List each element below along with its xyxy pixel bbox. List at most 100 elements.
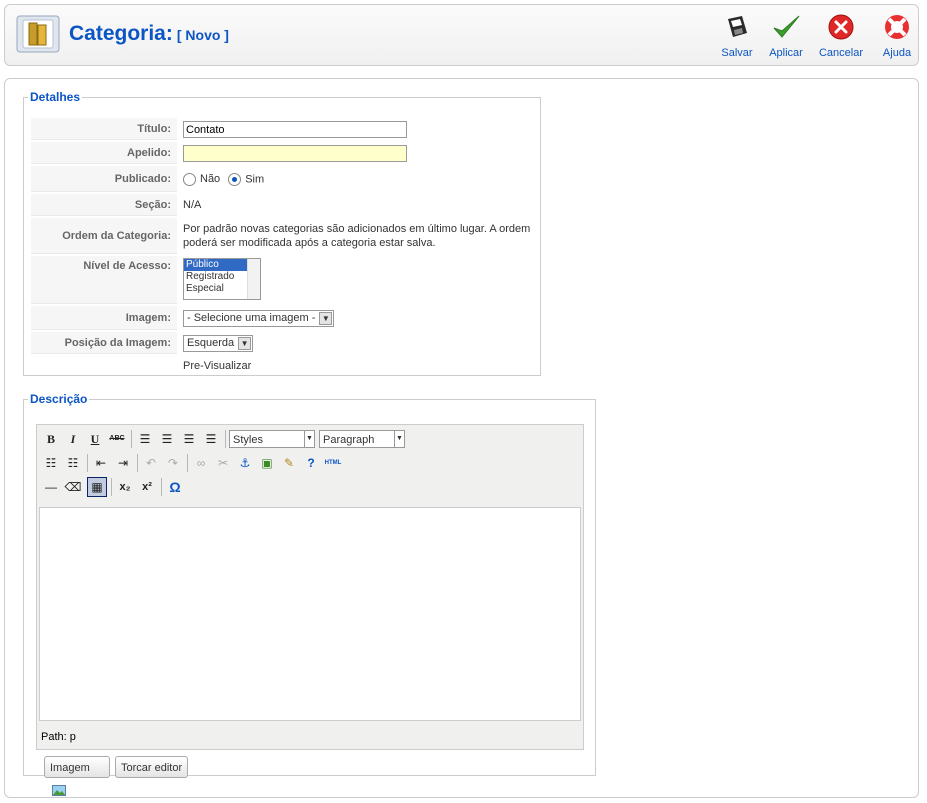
editor-path: Path: p: [41, 731, 76, 743]
align-center-icon[interactable]: ☰: [157, 429, 177, 449]
chevron-down-icon: ▼: [238, 337, 252, 350]
published-yes-radio[interactable]: [228, 173, 242, 186]
title-input[interactable]: [183, 121, 407, 138]
page-title-text: Categoria:: [69, 22, 173, 45]
published-label: Publicado:: [31, 166, 177, 192]
strikethrough-icon[interactable]: ABC: [107, 429, 127, 449]
preview-label: Pre-Visualizar: [183, 360, 252, 372]
access-scrollbar[interactable]: [247, 259, 260, 299]
outdent-icon[interactable]: ⇤: [91, 453, 111, 473]
editor-content-area[interactable]: [39, 507, 581, 721]
editor-toolbar-row-1: B I U ABC ☰ ☰ ☰ ☰ Styles ▼ Paragraph ▼: [39, 429, 579, 451]
access-listbox[interactable]: Público Registrado Especial: [183, 258, 261, 300]
toggle-editor-button[interactable]: Torcar editor: [115, 756, 189, 778]
rich-text-editor: B I U ABC ☰ ☰ ☰ ☰ Styles ▼ Paragraph ▼ ☷: [36, 424, 584, 750]
header-toolbar: Categoria:[ Novo ] Salvar Aplicar Cancel…: [4, 4, 919, 66]
styles-dropdown-value: Styles: [233, 434, 263, 446]
save-icon: [728, 16, 747, 37]
title-label: Título:: [31, 118, 177, 140]
section-value: N/A: [183, 199, 202, 211]
insert-image-button[interactable]: Imagem: [44, 756, 110, 796]
alias-input[interactable]: [183, 145, 407, 162]
special-char-icon[interactable]: Ω: [165, 477, 185, 497]
order-label: Ordem da Categoria:: [31, 218, 177, 254]
section-row: Seção: N/A: [31, 194, 536, 216]
cancel-label: Cancelar: [818, 47, 864, 59]
underline-icon[interactable]: U: [85, 429, 105, 449]
help-icon: [885, 15, 909, 39]
align-right-icon[interactable]: ☰: [179, 429, 199, 449]
order-line-2: poderá ser modificada após a categoria e…: [183, 237, 436, 249]
chevron-down-icon: ▼: [394, 431, 404, 447]
access-label: Nível de Acesso:: [31, 256, 177, 304]
published-no-radio[interactable]: [183, 173, 196, 186]
align-left-icon[interactable]: ☰: [135, 429, 155, 449]
chevron-down-icon: ▼: [319, 312, 333, 325]
format-dropdown[interactable]: Paragraph ▼: [319, 430, 405, 448]
cleanup-icon[interactable]: ✎: [279, 453, 299, 473]
image-select[interactable]: - Selecione uma imagem - ▼: [183, 310, 335, 327]
access-row: Nível de Acesso: Público Registrado Espe…: [31, 256, 536, 304]
title-row: Título:: [31, 118, 536, 140]
toggle-editor-label: Torcar editor: [121, 762, 183, 774]
cancel-button[interactable]: Cancelar: [817, 13, 865, 59]
numbered-list-icon[interactable]: ☷: [63, 453, 83, 473]
superscript-icon[interactable]: x²: [137, 477, 157, 497]
chevron-down-icon: ▼: [304, 431, 314, 447]
editor-toolbar-row-3: — ⌫ ▦ x₂ x² Ω: [39, 477, 579, 499]
access-option-special[interactable]: Especial: [184, 283, 248, 295]
apply-label: Aplicar: [769, 47, 803, 59]
undo-icon[interactable]: ↶: [141, 453, 161, 473]
cancel-icon: [828, 14, 854, 40]
bold-icon[interactable]: B: [41, 429, 61, 449]
main-panel: Detalhes Título: Apelido: Publicado: Não…: [4, 78, 919, 798]
alias-row: Apelido:: [31, 142, 536, 164]
page-title: Categoria:[ Novo ]: [69, 22, 229, 46]
image-select-value: - Selecione uma imagem -: [187, 312, 316, 324]
anchor-icon[interactable]: ⚓: [235, 453, 255, 473]
unlink-icon[interactable]: ✂: [213, 453, 233, 473]
indent-icon[interactable]: ⇥: [113, 453, 133, 473]
description-fieldset: Descrição B I U ABC ☰ ☰ ☰ ☰ Styles ▼ Para…: [23, 392, 596, 796]
image-position-row: Posição da Imagem: Esquerda ▼: [31, 332, 536, 354]
image-position-value: Esquerda: [187, 337, 235, 349]
italic-icon[interactable]: I: [63, 429, 83, 449]
published-yes-label: Sim: [245, 173, 265, 186]
access-option-public[interactable]: Público: [184, 259, 248, 271]
link-icon[interactable]: ∞: [191, 453, 211, 473]
save-button[interactable]: Salvar: [717, 13, 757, 59]
image-label: Imagem:: [31, 306, 177, 330]
editor-toolbar-row-2: ☷ ☷ ⇤ ⇥ ↶ ↷ ∞ ✂ ⚓ ▣ ✎ ? HTML: [39, 453, 579, 475]
image-position-select[interactable]: Esquerda ▼: [183, 335, 254, 352]
subscript-icon[interactable]: x₂: [115, 477, 135, 497]
format-dropdown-value: Paragraph: [323, 434, 375, 446]
section-label: Seção:: [31, 194, 177, 216]
image-row: Imagem: - Selecione uma imagem - ▼: [31, 306, 536, 330]
alias-label: Apelido:: [31, 142, 177, 164]
bullet-list-icon[interactable]: ☷: [41, 453, 61, 473]
access-option-registered[interactable]: Registrado: [184, 271, 248, 283]
align-justify-icon[interactable]: ☰: [201, 429, 221, 449]
details-fieldset: Detalhes Título: Apelido: Publicado: Não…: [23, 90, 541, 376]
image-position-label: Posição da Imagem:: [31, 332, 177, 354]
html-source-icon[interactable]: HTML: [323, 453, 343, 473]
published-row: Publicado: Não Sim: [31, 166, 536, 192]
insert-image-label: Imagem: [50, 762, 90, 774]
order-line-1: Por padrão novas categorias são adiciona…: [183, 223, 531, 235]
redo-icon[interactable]: ↷: [163, 453, 183, 473]
horizontal-rule-icon[interactable]: —: [41, 477, 61, 497]
picture-icon: [52, 784, 66, 796]
check-icon: [773, 15, 800, 38]
insert-image-icon[interactable]: ▣: [257, 453, 277, 473]
published-no-label: Não: [200, 173, 221, 186]
remove-format-icon[interactable]: ⌫: [63, 477, 83, 497]
help-button[interactable]: Ajuda: [877, 13, 917, 59]
help-circle-icon[interactable]: ?: [301, 453, 321, 473]
category-icon: [16, 15, 60, 53]
apply-button[interactable]: Aplicar: [765, 13, 807, 59]
styles-dropdown[interactable]: Styles ▼: [229, 430, 315, 448]
save-label: Salvar: [721, 47, 753, 59]
preview-row: Pre-Visualizar: [31, 356, 536, 378]
visual-aid-icon[interactable]: ▦: [87, 477, 107, 497]
page-subtitle: [ Novo ]: [176, 27, 229, 43]
